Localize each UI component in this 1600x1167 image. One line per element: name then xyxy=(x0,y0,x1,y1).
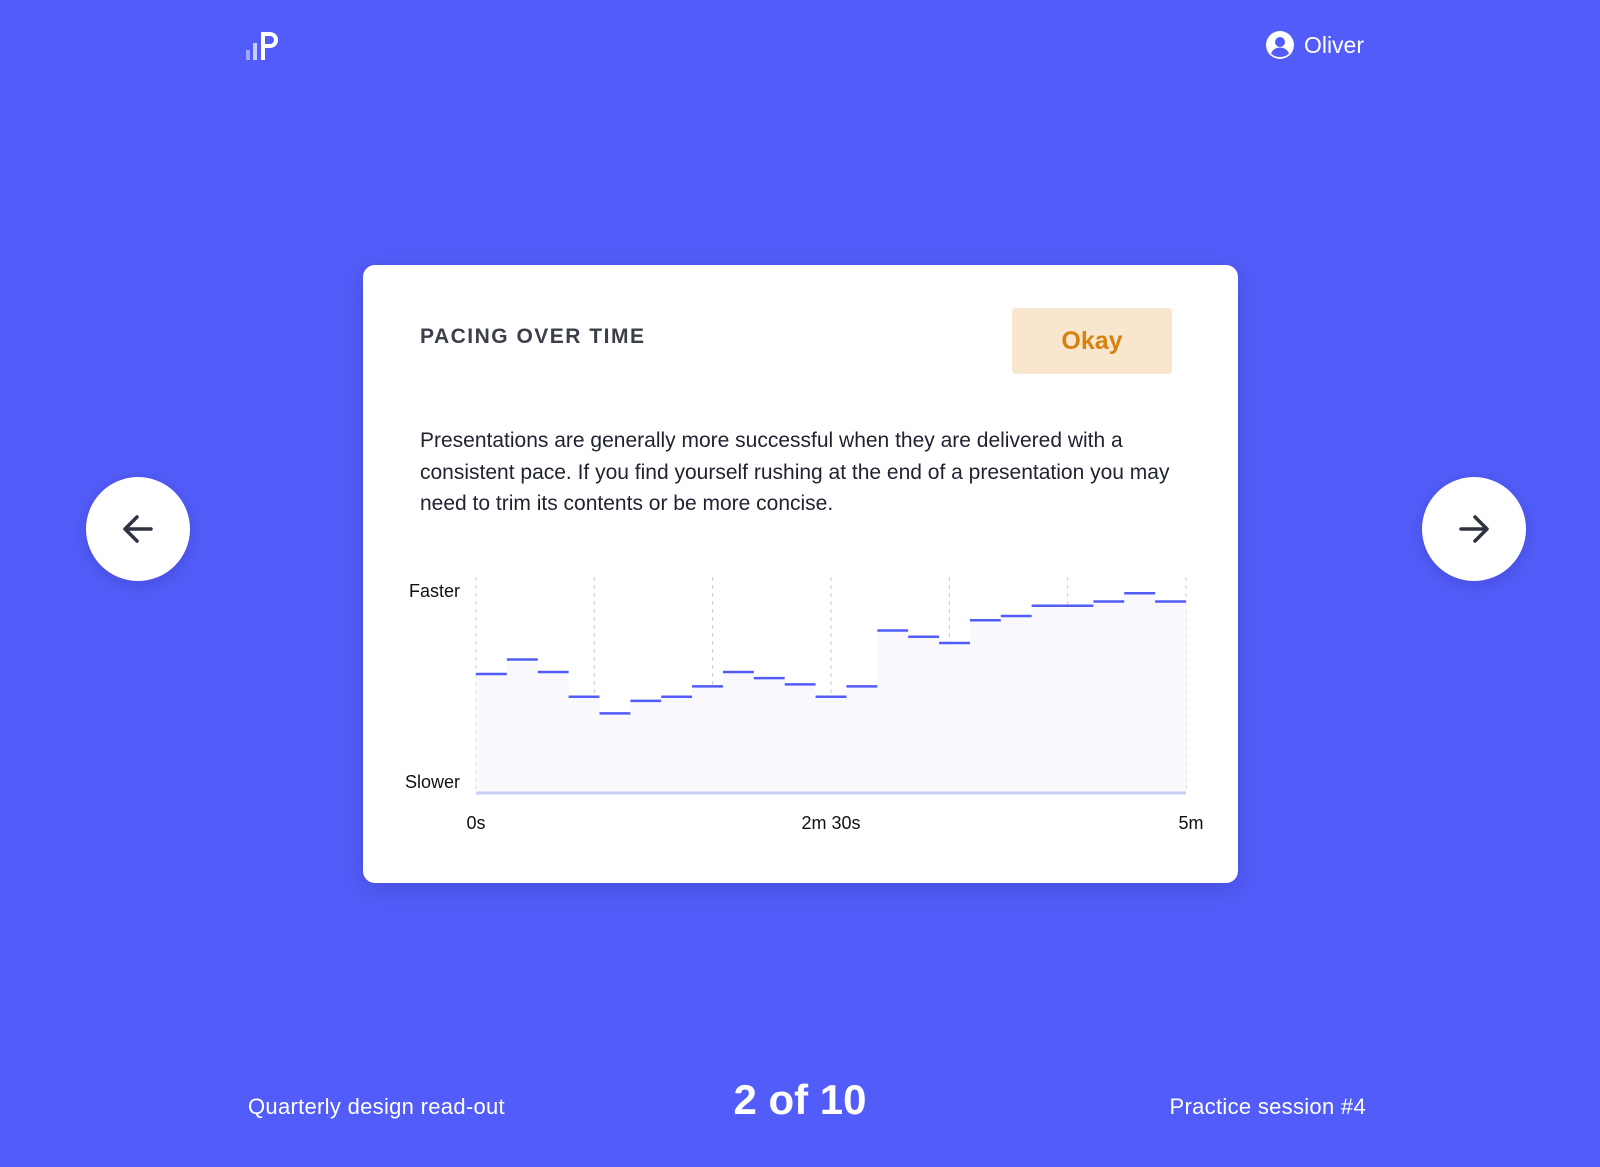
arrow-left-icon xyxy=(123,515,153,543)
x-axis-tick-middle: 2m 30s xyxy=(801,813,860,833)
app-logo[interactable] xyxy=(246,30,290,64)
session-label: Practice session #4 xyxy=(1169,1094,1366,1119)
next-button[interactable] xyxy=(1422,477,1526,581)
y-axis-label-faster: Faster xyxy=(409,581,460,601)
pacing-chart: Faster Slower 0s 2m 30s 5m xyxy=(405,577,1204,833)
user-menu[interactable]: Oliver xyxy=(1265,31,1364,59)
previous-button[interactable] xyxy=(86,477,190,581)
y-axis-label-slower: Slower xyxy=(405,772,460,792)
x-axis-tick-start: 0s xyxy=(466,813,485,833)
user-avatar-icon xyxy=(1265,31,1294,59)
arrow-right-icon xyxy=(1459,515,1489,543)
user-name: Oliver xyxy=(1303,31,1364,58)
x-axis-tick-end: 5m xyxy=(1178,813,1203,833)
feedback-card: PACING OVER TIME Okay Presentations are … xyxy=(363,265,1238,883)
bars-p-logo-icon xyxy=(246,32,278,60)
